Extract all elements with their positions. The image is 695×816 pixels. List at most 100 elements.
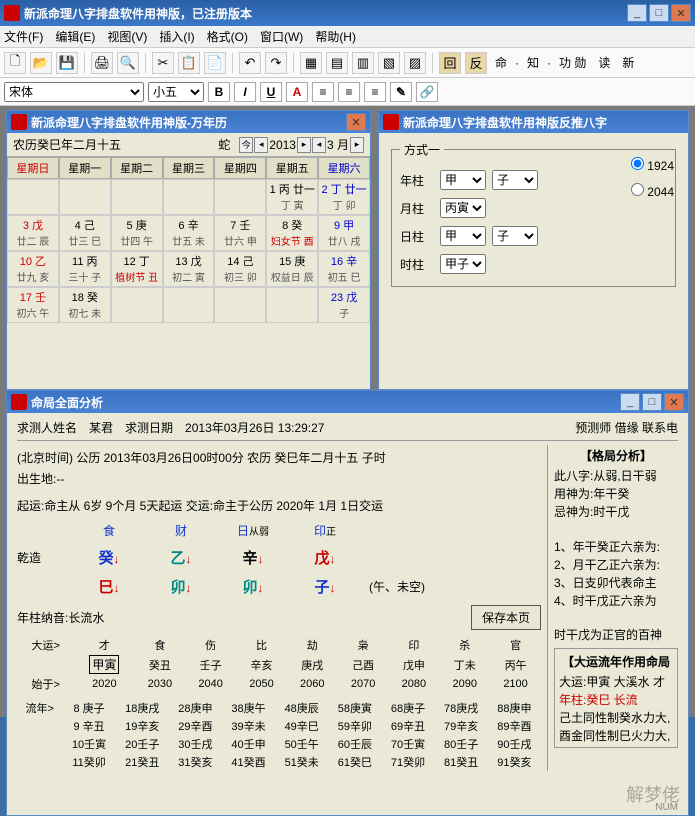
grid2-icon[interactable]: ▤ <box>326 52 348 74</box>
month-next-button[interactable]: ▸ <box>350 137 364 153</box>
font-select[interactable]: 宋体 <box>4 82 144 102</box>
birthplace: 出生地:-- <box>17 470 541 487</box>
pillar-select[interactable]: 甲 <box>440 170 486 190</box>
link-icon[interactable]: 🔗 <box>416 82 438 102</box>
day-cell[interactable]: 23 戊 子 <box>318 287 370 323</box>
day-cell[interactable]: 18 癸初七 未 <box>59 287 111 323</box>
bold-button[interactable]: B <box>208 82 230 102</box>
btn-hui[interactable]: 回 <box>439 52 461 74</box>
day-cell[interactable]: 2 丁 廿一 丁 卯 <box>318 179 370 215</box>
ana-minimize-button[interactable]: _ <box>620 393 640 411</box>
copy-icon[interactable]: 📋 <box>178 52 200 74</box>
ana-maximize-button[interactable]: □ <box>642 393 662 411</box>
pillar-select[interactable]: 丙寅 <box>440 198 486 218</box>
cut-icon[interactable]: ✂ <box>152 52 174 74</box>
underline-button[interactable]: U <box>260 82 282 102</box>
day-cell[interactable]: 6 辛廿五 未 <box>163 215 215 251</box>
size-select[interactable]: 小五 <box>148 82 204 102</box>
year-prev-button[interactable]: ◂ <box>254 137 268 153</box>
btn-zhi[interactable]: 知 <box>523 52 543 74</box>
ana-icon <box>11 394 27 410</box>
menu-help[interactable]: 帮助(H) <box>315 28 356 45</box>
day-cell[interactable] <box>59 179 111 215</box>
save-page-button[interactable]: 保存本页 <box>471 605 541 630</box>
btn-fan[interactable]: 反 <box>465 52 487 74</box>
print-icon[interactable]: 🖨 <box>91 52 113 74</box>
menu-format[interactable]: 格式(O) <box>207 28 248 45</box>
app-title: 新派命理八字排盘软件用神版，已注册版本 <box>24 5 627 22</box>
day-cell[interactable]: 3 戊廿二 辰 <box>7 215 59 251</box>
menu-insert[interactable]: 插入(I) <box>159 28 194 45</box>
pillar-select[interactable]: 甲 <box>440 226 486 246</box>
font-color-button[interactable]: A <box>286 82 308 102</box>
day-cell[interactable]: 17 壬初六 午 <box>7 287 59 323</box>
rpane-title: 新派命理八字排盘软件用神版反推八字 <box>403 114 684 131</box>
close-button[interactable]: ✕ <box>671 4 691 22</box>
undo-icon[interactable]: ↶ <box>239 52 261 74</box>
menu-window[interactable]: 窗口(W) <box>260 28 303 45</box>
save-icon[interactable]: 💾 <box>56 52 78 74</box>
highlight-icon[interactable]: ✎ <box>390 82 412 102</box>
grid4-icon[interactable]: ▧ <box>378 52 400 74</box>
day-cell[interactable]: 11 丙三十 子 <box>59 251 111 287</box>
italic-button[interactable]: I <box>234 82 256 102</box>
day-cell[interactable]: 12 丁植树节 丑 <box>111 251 163 287</box>
grid5-icon[interactable]: ▨ <box>404 52 426 74</box>
today-button[interactable]: 今 <box>239 137 253 153</box>
branch-select[interactable]: 子 <box>492 226 538 246</box>
req-name: 某君 <box>89 419 113 436</box>
new-icon[interactable]: 🗋 <box>4 52 26 74</box>
btn-ming[interactable]: 命 <box>491 52 511 74</box>
liunian-table: 流年>8 庚子18庚戌28庚申38庚午48庚辰58庚寅68庚子78庚戌88庚申9… <box>17 699 541 771</box>
month-prev-button[interactable]: ◂ <box>312 137 326 153</box>
grid1-icon[interactable]: ▦ <box>300 52 322 74</box>
day-cell[interactable]: 4 己廿三 巳 <box>59 215 111 251</box>
bazi-zhi: 巳↓ 卯↓ 卯↓ 子↓ (午、未空) <box>17 576 541 597</box>
year-next-button[interactable]: ▸ <box>297 137 311 153</box>
day-cell[interactable] <box>266 287 318 323</box>
day-cell[interactable]: 14 己初三 卯 <box>214 251 266 287</box>
ana-title: 命局全面分析 <box>31 394 620 411</box>
cal-close-button[interactable]: ✕ <box>346 113 366 131</box>
menu-view[interactable]: 视图(V) <box>107 28 147 45</box>
redo-icon[interactable]: ↷ <box>265 52 287 74</box>
day-cell[interactable] <box>214 179 266 215</box>
preview-icon[interactable]: 🔍 <box>117 52 139 74</box>
menu-file[interactable]: 文件(F) <box>4 28 43 45</box>
branch-select[interactable]: 子 <box>492 170 538 190</box>
align-center-icon[interactable]: ≡ <box>338 82 360 102</box>
btn-gongxun[interactable]: 功 勋 <box>555 52 590 74</box>
day-cell[interactable] <box>111 287 163 323</box>
cal-title: 新派命理八字排盘软件用神版-万年历 <box>31 114 346 131</box>
paste-icon[interactable]: 📄 <box>204 52 226 74</box>
day-cell[interactable]: 15 庚权益日 辰 <box>266 251 318 287</box>
day-cell[interactable]: 5 庚廿四 午 <box>111 215 163 251</box>
grid3-icon[interactable]: ▥ <box>352 52 374 74</box>
radio-1924[interactable] <box>631 157 644 170</box>
maximize-button[interactable]: □ <box>649 4 669 22</box>
ana-close-button[interactable]: ✕ <box>664 393 684 411</box>
minimize-button[interactable]: _ <box>627 4 647 22</box>
day-cell[interactable]: 13 戊初二 寅 <box>163 251 215 287</box>
day-cell[interactable]: 10 乙廿九 亥 <box>7 251 59 287</box>
open-icon[interactable]: 📂 <box>30 52 52 74</box>
day-cell[interactable] <box>214 287 266 323</box>
day-cell[interactable] <box>111 179 163 215</box>
day-cell[interactable]: 1 丙 廿一 丁 寅 <box>266 179 318 215</box>
btn-xin[interactable]: 新 <box>618 52 638 74</box>
day-cell[interactable] <box>163 287 215 323</box>
menu-edit[interactable]: 编辑(E) <box>55 28 95 45</box>
align-left-icon[interactable]: ≡ <box>312 82 334 102</box>
day-cell[interactable]: 8 癸妇女节 酉 <box>266 215 318 251</box>
align-right-icon[interactable]: ≡ <box>364 82 386 102</box>
btn-du[interactable]: 读 <box>594 52 614 74</box>
pillar-select[interactable]: 甲子 <box>440 254 486 274</box>
day-cell[interactable]: 9 甲廿八 戌 <box>318 215 370 251</box>
day-header: 星期日 <box>7 157 59 179</box>
radio-2044[interactable] <box>631 183 644 196</box>
birth-line: (北京时间) 公历 2013年03月26日00时00分 农历 癸巳年二月十五 子… <box>17 449 541 466</box>
day-cell[interactable]: 16 辛初五 巳 <box>318 251 370 287</box>
day-cell[interactable] <box>7 179 59 215</box>
day-cell[interactable] <box>163 179 215 215</box>
day-cell[interactable]: 7 壬廿六 申 <box>214 215 266 251</box>
